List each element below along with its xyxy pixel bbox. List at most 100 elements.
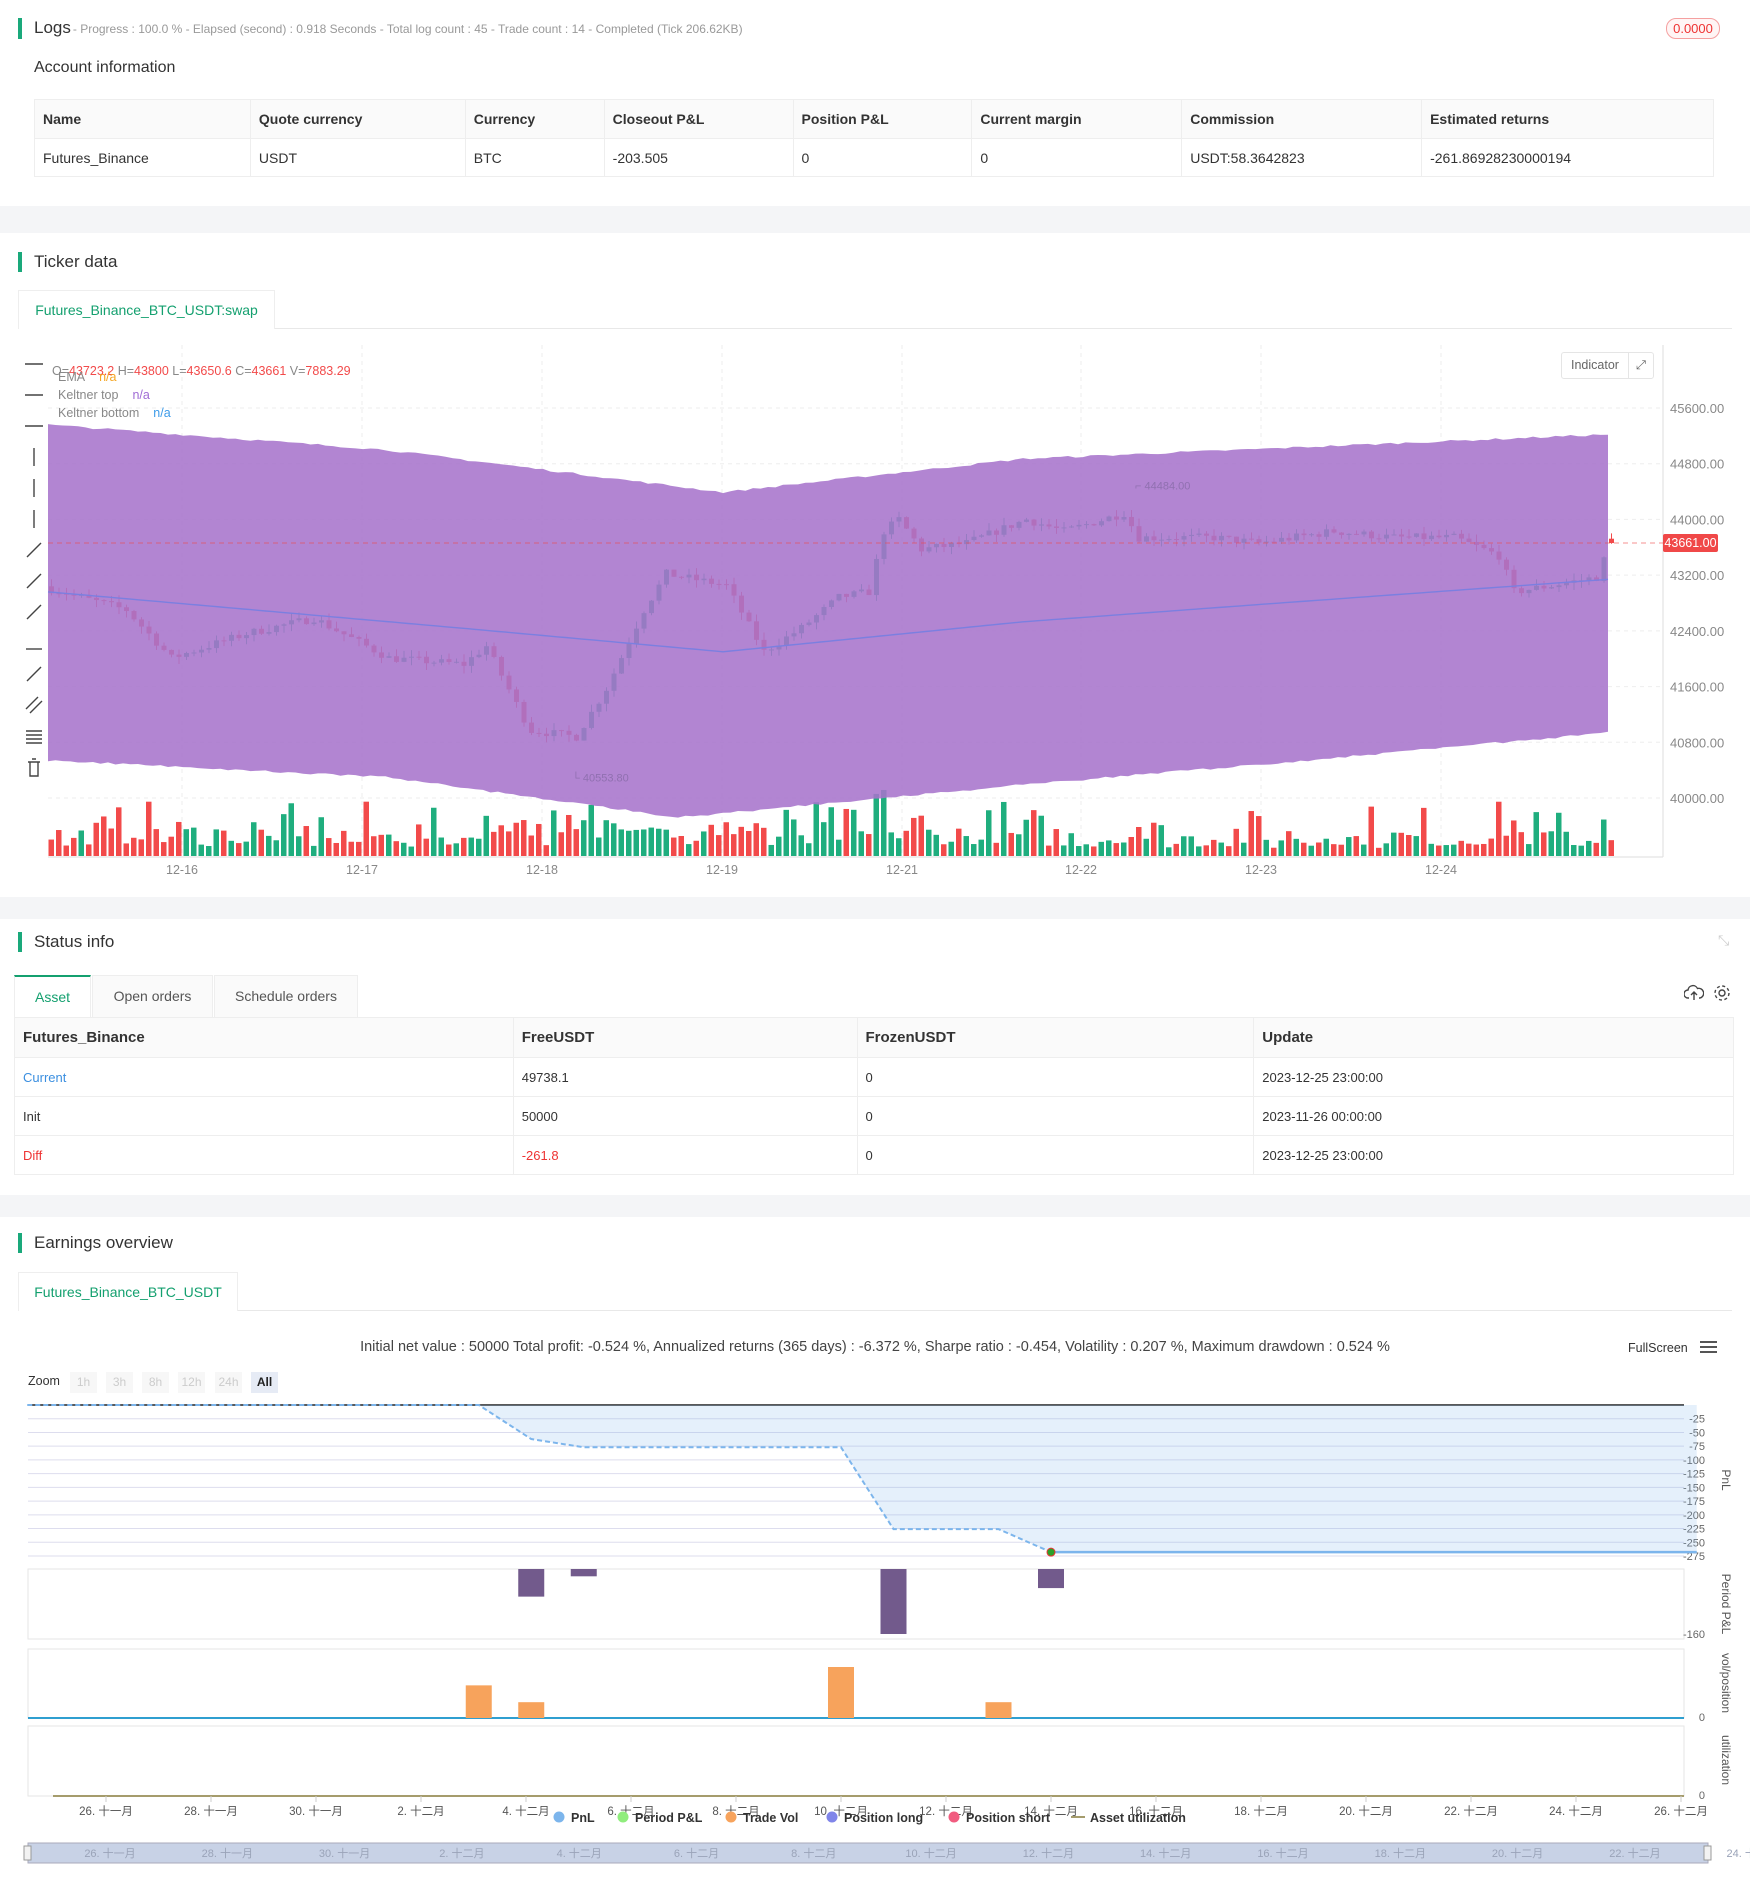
vertical-ray-icon[interactable] [22,476,46,500]
row-label[interactable]: Current [14,1057,514,1097]
vol-zero-label: 0 [1699,1712,1705,1724]
y-tick-label: 45600.00 [1670,401,1724,416]
zoom-button-24h[interactable]: 24h [215,1372,242,1393]
volume-bar [1248,811,1254,856]
candle-body [1609,538,1614,544]
column-header: Currency [464,99,605,139]
volume-bar [618,829,624,856]
volume-bar [738,826,744,856]
ray-line-icon[interactable] [22,569,46,593]
vertical-segment-icon[interactable] [22,507,46,531]
navigator-right-handle[interactable] [1703,1845,1712,1861]
volume-bar [1503,835,1509,856]
volume-bar [746,830,752,856]
volume-bar [566,814,572,856]
volume-bar [1541,832,1547,856]
volume-bar [1181,836,1187,856]
legend-item[interactable]: Trade Vol [743,1811,798,1825]
tab-earnings-symbol[interactable]: Futures_Binance_BTC_USDT [18,1272,238,1311]
y-tick-label: 42400.00 [1670,624,1724,639]
navigator-range[interactable] [27,1842,1709,1864]
earnings-chart[interactable]: -25-50-75-100-125-150-175-200-225-250-27… [0,1395,1750,1875]
tab-asset[interactable]: Asset [14,975,91,1017]
volume-bar [1323,838,1329,856]
volume-bar [258,829,264,856]
tab-ticker-symbol[interactable]: Futures_Binance_BTC_USDT:swap [18,290,275,329]
column-header: Commission [1181,99,1423,139]
volume-bar [1008,832,1014,856]
volume-bar [228,840,234,856]
volume-bar [461,837,467,856]
zoom-button-1h[interactable]: 1h [70,1372,97,1393]
legend-item[interactable]: Period P&L [635,1811,703,1825]
volume-bar [1211,839,1217,856]
x-axis-label: 28. 十一月 [184,1804,238,1818]
navigator-left-handle[interactable] [23,1845,32,1861]
chart-menu-icon[interactable] [1700,1339,1717,1356]
volume-bar [963,836,969,856]
volume-bar [161,842,167,856]
volume-bar [476,838,482,856]
multi-line-icon[interactable] [22,693,46,717]
volume-bar [656,828,662,856]
volume-bar [1458,840,1464,856]
volume-bar [663,829,669,856]
volume-bar [716,835,722,856]
legend-item[interactable]: PnL [571,1811,595,1825]
volume-bar [348,841,354,856]
trade-marker [1046,1547,1056,1557]
legend-item[interactable]: Position long [844,1811,923,1825]
collapse-icon[interactable]: ⤡ [1718,932,1729,949]
x-axis-label: 26. 十二月 [1654,1804,1708,1818]
volume-bar [1413,836,1419,856]
x-tick-label: 12-19 [706,863,738,877]
fullscreen-button[interactable]: FullScreen [1628,1341,1688,1355]
navigator-label: 14. 十二月 [1140,1846,1191,1860]
legend-marker [617,1811,629,1823]
volume-bar [71,837,77,856]
column-header: FrozenUSDT [856,1017,1255,1058]
table-cell: 0 [856,1096,1255,1136]
horizontal-ray-icon[interactable] [22,383,46,407]
fibonacci-icon[interactable] [22,724,46,748]
legend-item[interactable]: Position short [966,1811,1051,1825]
volume-bar [1143,838,1149,856]
expand-icon[interactable]: ⤢ [1629,353,1653,378]
zoom-button-3h[interactable]: 3h [106,1372,133,1393]
period-pnl-bar [518,1569,545,1597]
volume-bar [1308,845,1314,856]
zoom-button-8h[interactable]: 8h [142,1372,169,1393]
parallel-channel-icon[interactable] [22,662,46,686]
candlestick-chart[interactable]: 45600.00 44800.00 44000.00 43200.00 42400.00… [0,340,1750,885]
horizontal-line-icon[interactable] [22,352,46,376]
table-cell: 2023-12-25 23:00:00 [1253,1057,1734,1097]
volume-bar [866,834,872,856]
volume-bar [1203,845,1209,856]
volume-bar [813,802,819,856]
volume-bar [731,834,737,856]
segment-line-icon[interactable] [22,600,46,624]
volume-bar [558,832,564,856]
table-cell: 0 [971,138,1183,177]
legend-value: n/a [99,370,117,384]
cloud-upload-icon[interactable] [1684,983,1704,1003]
tab-open-orders[interactable]: Open orders [92,975,213,1017]
trend-line-icon[interactable] [22,538,46,562]
volume-bar [1301,842,1307,856]
volume-bar [401,842,407,856]
zoom-button-All[interactable]: All [251,1372,278,1393]
trash-icon[interactable] [22,755,46,779]
volume-bar [1361,844,1367,856]
vertical-line-icon[interactable] [22,445,46,469]
volume-bar [1548,831,1554,856]
ticker-title: Ticker data [18,252,117,272]
tab-schedule-orders[interactable]: Schedule orders [214,975,358,1017]
indicator-button[interactable]: Indicator [1562,353,1629,378]
legend-value: n/a [153,406,171,420]
volume-bar [86,844,92,856]
price-label-icon[interactable] [22,631,46,655]
settings-gear-icon[interactable] [1712,983,1732,1003]
legend-item[interactable]: Asset utilization [1090,1811,1186,1825]
zoom-button-12h[interactable]: 12h [178,1372,205,1393]
horizontal-segment-icon[interactable] [22,414,46,438]
